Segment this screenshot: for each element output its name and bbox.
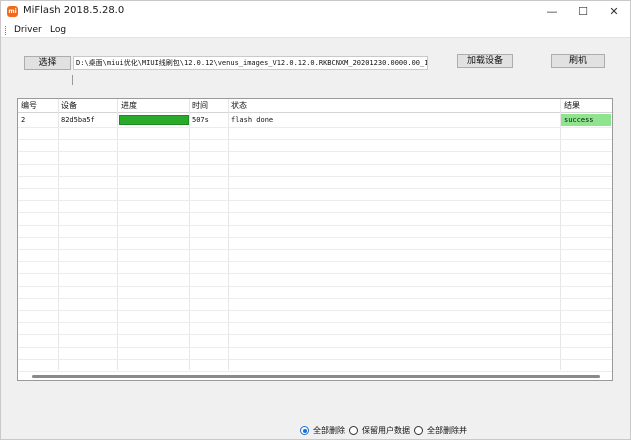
table-row-divider — [18, 359, 612, 360]
column-header-time[interactable]: 时间 — [192, 100, 208, 112]
table-row-divider — [18, 347, 612, 348]
select-button[interactable]: 选择 — [24, 56, 71, 70]
column-header-status[interactable]: 状态 — [231, 100, 247, 112]
radio-clean-all-label[interactable]: 全部删除 — [313, 425, 345, 436]
table-row-divider — [18, 273, 612, 274]
load-device-button[interactable]: 加载设备 — [457, 54, 513, 68]
menu-grip-icon — [5, 26, 7, 35]
status-bar: 全部删除 保留用户数据 全部删除并 — [1, 421, 630, 439]
menu-log[interactable]: Log — [50, 25, 66, 35]
table-row-divider — [18, 151, 612, 152]
rom-path-field[interactable]: D:\桌面\miui优化\MIUI线刷包\12.0.12\venus_image… — [73, 56, 428, 70]
table-row-divider — [18, 200, 612, 201]
table-row-divider — [18, 298, 612, 299]
row-result: success — [564, 116, 594, 124]
menu-bar: Driver Log — [1, 23, 630, 38]
row-device: 82d5ba5f — [61, 116, 95, 124]
maximize-button[interactable]: ☐ — [568, 1, 598, 23]
table-row-divider — [18, 176, 612, 177]
miflash-logo-icon: mi — [7, 6, 18, 17]
window-title: MiFlash 2018.5.28.0 — [23, 5, 125, 16]
title-bar: mi MiFlash 2018.5.28.0 — ☐ ✕ — [1, 1, 630, 23]
radio-clean-all-lock-label[interactable]: 全部删除并 — [427, 425, 467, 436]
table-row-divider — [18, 127, 612, 128]
table-row-divider — [18, 261, 612, 262]
table-row-divider — [18, 139, 612, 140]
table-header — [18, 99, 612, 113]
scrollbar-thumb[interactable] — [32, 375, 600, 378]
radio-save-user-data-label[interactable]: 保留用户数据 — [362, 425, 410, 436]
radio-clean-all-lock[interactable] — [414, 426, 423, 435]
minimize-button[interactable]: — — [537, 1, 567, 23]
column-header-device[interactable]: 设备 — [61, 100, 77, 112]
table-row-divider — [18, 225, 612, 226]
column-header-progress[interactable]: 进度 — [121, 100, 137, 112]
table-row-divider — [18, 188, 612, 189]
radio-save-user-data[interactable] — [349, 426, 358, 435]
table-row-divider — [18, 212, 612, 213]
flash-button[interactable]: 刷机 — [551, 54, 605, 68]
table-row-divider — [18, 310, 612, 311]
horizontal-scrollbar[interactable] — [24, 372, 608, 380]
separator — [72, 75, 73, 85]
table-row-divider — [18, 322, 612, 323]
menu-driver[interactable]: Driver — [14, 25, 42, 35]
row-id: 2 — [21, 116, 26, 124]
miflash-window: mi MiFlash 2018.5.28.0 — ☐ ✕ Driver Log … — [0, 0, 631, 440]
device-table: 编号 设备 进度 时间 状态 结果 2 82d5ba5f 507s flash … — [17, 98, 613, 381]
radio-clean-all[interactable] — [300, 426, 309, 435]
row-time: 507s — [192, 116, 209, 124]
flash-progress-bar — [119, 115, 189, 125]
column-header-result[interactable]: 结果 — [564, 100, 580, 112]
table-row-divider — [18, 237, 612, 238]
table-row-divider — [18, 334, 612, 335]
table-row-divider — [18, 249, 612, 250]
table-row-divider — [18, 164, 612, 165]
close-button[interactable]: ✕ — [599, 1, 629, 23]
row-status: flash done — [231, 116, 274, 124]
table-row-divider — [18, 286, 612, 287]
column-header-id[interactable]: 编号 — [21, 100, 37, 112]
